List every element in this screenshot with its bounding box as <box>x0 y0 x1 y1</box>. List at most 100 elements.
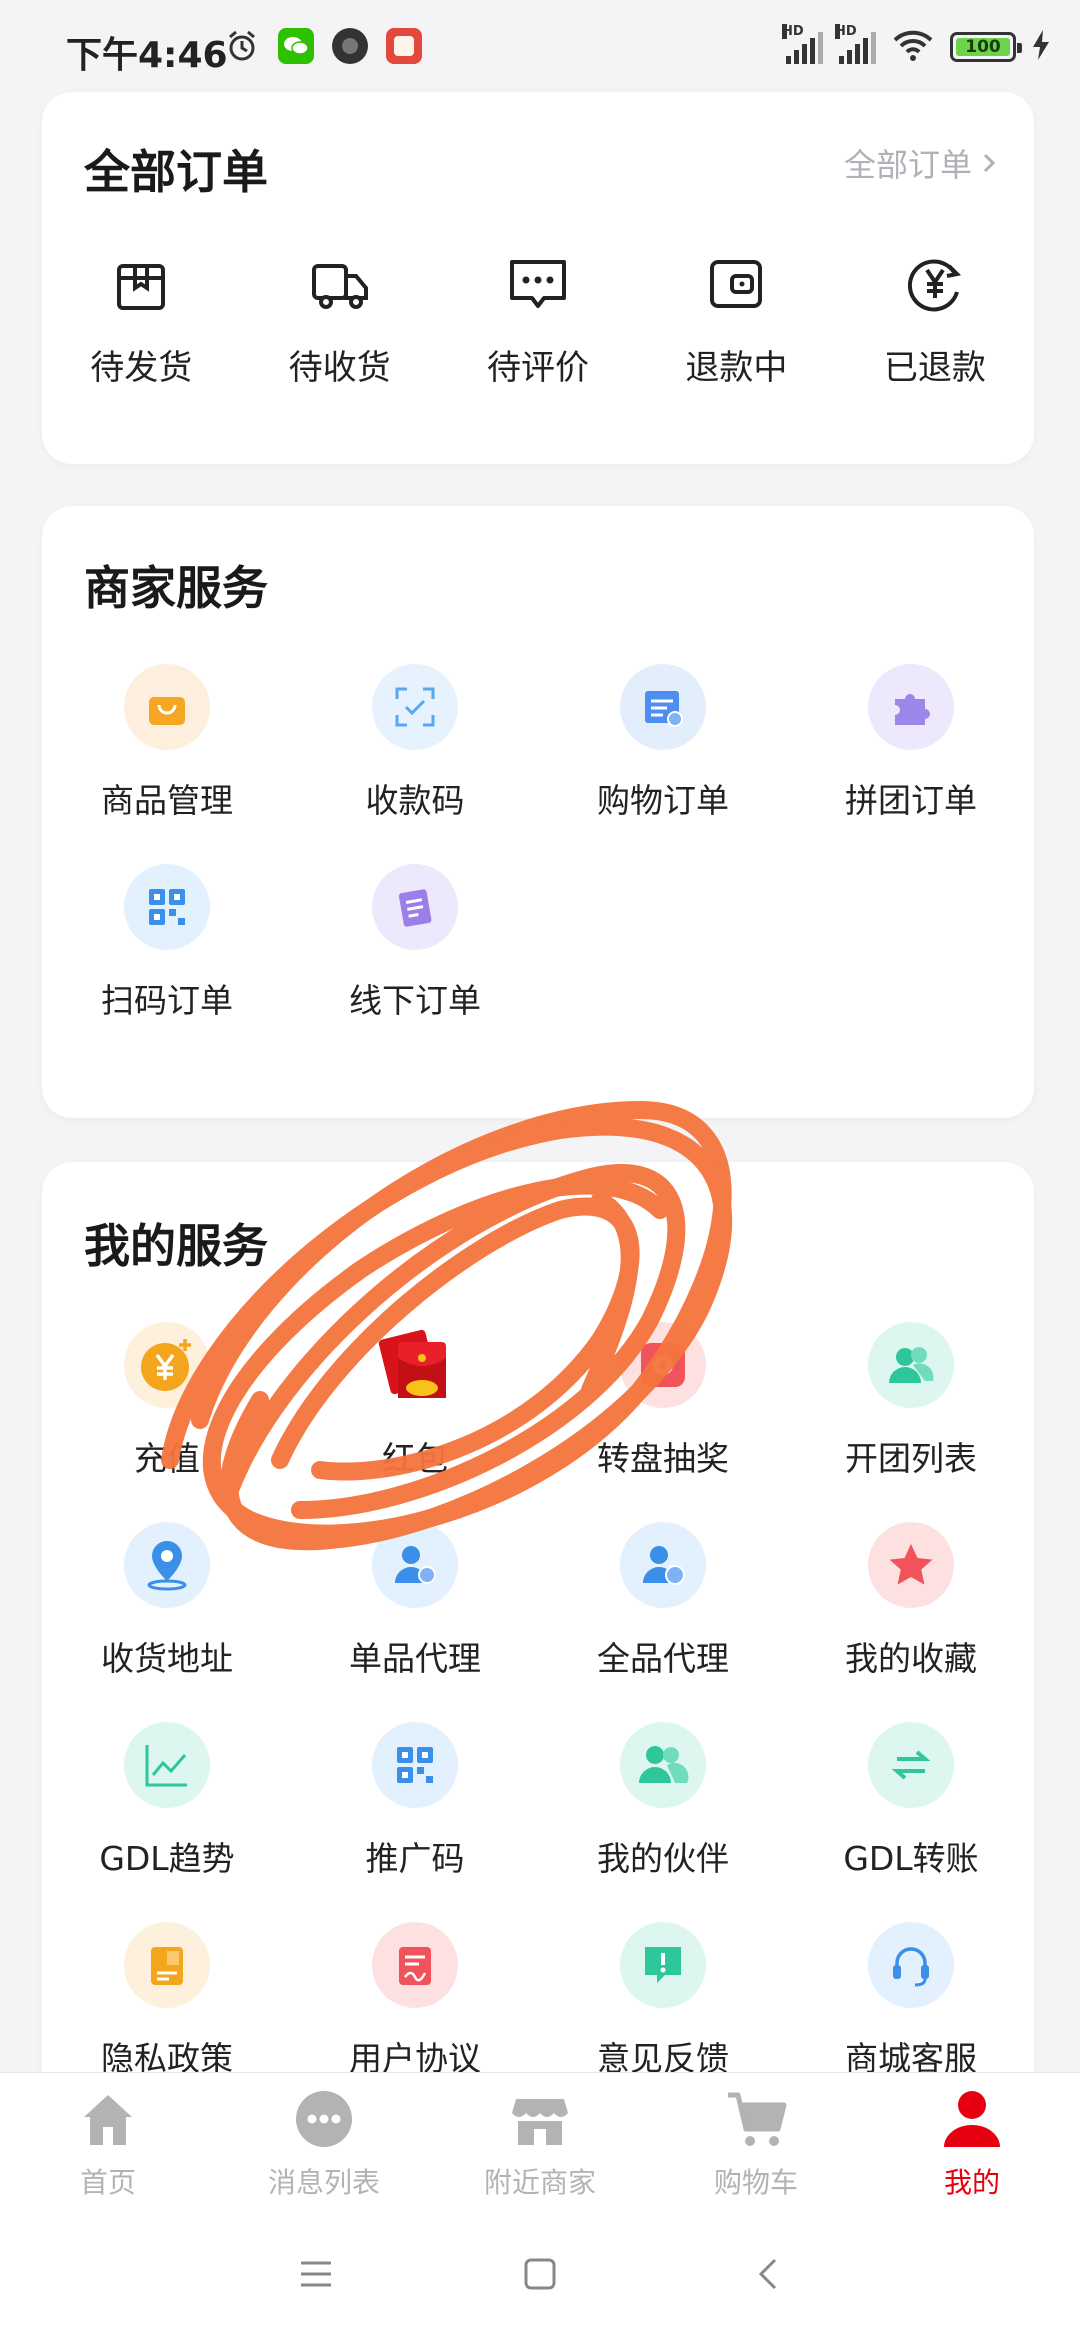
wifi-icon <box>892 28 934 66</box>
order-item-refunding[interactable]: 退款中 <box>637 252 835 389</box>
note-icon <box>372 864 458 950</box>
order-item-refunded[interactable]: 已退款 <box>836 252 1034 389</box>
service-item-privacy-policy[interactable]: 隐私政策 <box>42 1922 292 2080</box>
profile-icon <box>940 2087 1004 2151</box>
nav-item-home[interactable]: 首页 <box>0 2087 216 2201</box>
order-item-label: 待收货 <box>288 348 391 388</box>
service-item-product-management[interactable]: 商品管理 <box>42 664 292 822</box>
shopping-bag-icon <box>124 664 210 750</box>
star-icon <box>868 1522 954 1608</box>
my-services-card: 我的服务 充值 红包 转盘抽奖 开团列表 收货地址 单品代理 全品代理 我的收藏… <box>42 1162 1034 2122</box>
service-item-promo-code[interactable]: 推广码 <box>290 1722 540 1880</box>
service-item-label: 我的收藏 <box>845 1639 977 1678</box>
battery-icon: 100 <box>950 32 1022 62</box>
wallet-icon <box>710 260 763 308</box>
service-item-all-agent[interactable]: 全品代理 <box>538 1522 788 1680</box>
service-item-label: 单品代理 <box>349 1639 481 1678</box>
service-item-offline-orders[interactable]: 线下订单 <box>290 864 540 1022</box>
agent-dai-icon <box>620 1522 706 1608</box>
all-orders-link[interactable]: 全部订单 <box>844 140 996 186</box>
service-item-group-orders[interactable]: 拼团订单 <box>786 664 1036 822</box>
nav-item-messages[interactable]: 消息列表 <box>216 2087 432 2201</box>
alarm-icon <box>224 28 260 64</box>
nav-item-nearby-shops[interactable]: 附近商家 <box>432 2087 648 2201</box>
service-item-gdl-transfer[interactable]: GDL转账 <box>786 1722 1036 1880</box>
service-item-single-agent[interactable]: 单品代理 <box>290 1522 540 1680</box>
battery-level: 100 <box>956 37 1010 57</box>
home-icon <box>76 2087 140 2151</box>
service-item-scan-orders[interactable]: 扫码订单 <box>42 864 292 1022</box>
feedback-icon <box>620 1922 706 2008</box>
service-item-address[interactable]: 收货地址 <box>42 1522 292 1680</box>
service-item-favorites[interactable]: 我的收藏 <box>786 1522 1036 1680</box>
service-item-label: 商品管理 <box>101 781 233 820</box>
app-notification-icon <box>332 28 368 64</box>
home-button[interactable] <box>520 2254 560 2294</box>
service-item-gdl-trend[interactable]: GDL趋势 <box>42 1722 292 1880</box>
order-item-label: 退款中 <box>685 348 788 388</box>
service-item-payment-code[interactable]: 收款码 <box>290 664 540 822</box>
nav-item-cart[interactable]: 购物车 <box>648 2087 864 2201</box>
service-item-label: 充值 <box>134 1439 200 1478</box>
service-item-recharge[interactable]: 充值 <box>42 1322 292 1480</box>
service-item-label: 扫码订单 <box>101 981 233 1020</box>
service-item-partners[interactable]: 我的伙伴 <box>538 1722 788 1880</box>
status-system-icons: HD HD 100 <box>782 24 1050 66</box>
orders-title: 全部订单 <box>84 145 268 199</box>
wechat-icon <box>278 28 314 64</box>
service-item-red-envelope[interactable]: 红包 <box>290 1322 540 1480</box>
nav-item-me[interactable]: 我的 <box>864 2087 1080 2201</box>
service-item-label: 推广码 <box>365 1839 465 1878</box>
shop-app-icon <box>386 28 422 64</box>
merchant-services-card: 商家服务 商品管理 收款码 购物订单 拼团订单 扫码订单 线下订单 <box>42 506 1034 1118</box>
service-item-label: 收货地址 <box>101 1639 233 1678</box>
service-item-group-list[interactable]: 开团列表 <box>786 1322 1036 1480</box>
service-item-customer-service[interactable]: 商城客服 <box>786 1922 1036 2080</box>
trend-icon <box>124 1722 210 1808</box>
agreement-icon <box>372 1922 458 2008</box>
service-item-label: 购物订单 <box>597 781 729 820</box>
order-item-pending-review[interactable]: 待评价 <box>439 252 637 389</box>
service-item-label: GDL趋势 <box>99 1839 235 1878</box>
yen-coin-icon <box>124 1322 210 1408</box>
shop-icon <box>508 2087 572 2151</box>
nav-label: 附近商家 <box>483 2166 596 2199</box>
scan-check-icon <box>372 664 458 750</box>
back-button[interactable] <box>748 2254 788 2294</box>
signal-icon-2: HD <box>835 24 876 64</box>
privacy-doc-icon <box>124 1922 210 2008</box>
truck-icon <box>311 264 368 309</box>
service-item-user-agreement[interactable]: 用户协议 <box>290 1922 540 2080</box>
hd-label: HD <box>782 24 804 39</box>
charging-icon <box>1032 30 1050 64</box>
qr-code-icon <box>372 1722 458 1808</box>
transfer-icon <box>868 1722 954 1808</box>
service-item-lucky-wheel[interactable]: 转盘抽奖 <box>538 1322 788 1480</box>
service-item-label: 开团列表 <box>845 1439 977 1478</box>
square-icon <box>524 2258 556 2290</box>
puzzle-icon <box>868 664 954 750</box>
menu-button[interactable] <box>296 2254 336 2294</box>
all-orders-link-label: 全部订单 <box>843 146 972 184</box>
service-item-label: 线下订单 <box>349 981 481 1020</box>
order-status-row: 待发货 待收货 待评价 退款中 已退款 <box>42 252 1034 389</box>
service-item-label: 我的伙伴 <box>597 1839 729 1878</box>
service-item-label: 红包 <box>382 1439 448 1478</box>
order-item-label: 待评价 <box>487 348 590 388</box>
order-item-pending-receipt[interactable]: 待收货 <box>240 252 438 389</box>
nav-label: 我的 <box>943 2166 1000 2199</box>
order-item-pending-shipment[interactable]: 待发货 <box>42 252 240 389</box>
service-item-shopping-orders[interactable]: 购物订单 <box>538 664 788 822</box>
service-item-feedback[interactable]: 意见反馈 <box>538 1922 788 2080</box>
chevron-right-icon <box>982 144 996 182</box>
refund-yen-icon <box>907 259 961 312</box>
system-nav-bar <box>0 2210 1080 2340</box>
group-icon <box>868 1322 954 1408</box>
package-icon <box>117 264 166 310</box>
service-item-label: 转盘抽奖 <box>597 1439 729 1478</box>
service-item-label: 收款码 <box>365 781 465 820</box>
agent-icon <box>372 1522 458 1608</box>
nav-label: 消息列表 <box>267 2166 380 2199</box>
menu-icon <box>301 2261 331 2287</box>
wheel-icon <box>620 1322 706 1408</box>
